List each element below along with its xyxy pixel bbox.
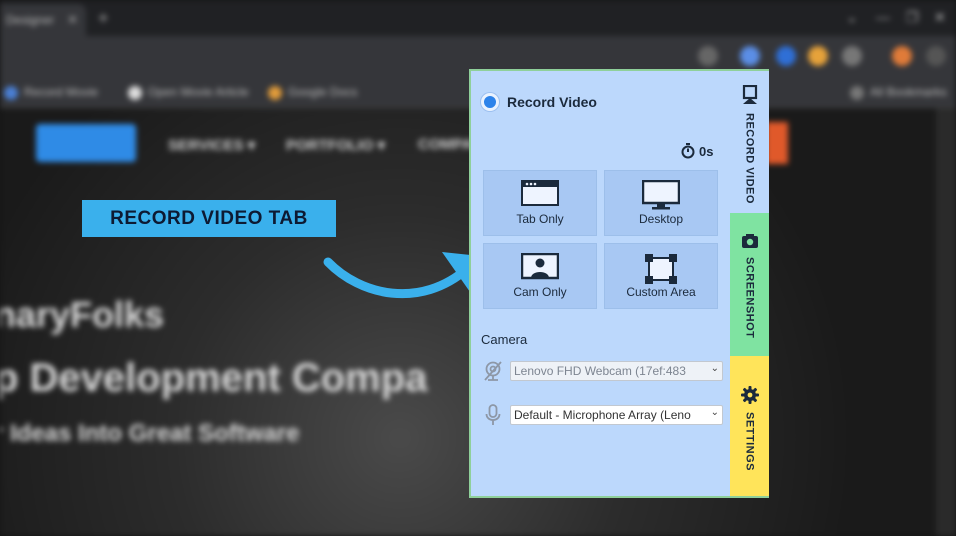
timer: 0s xyxy=(681,143,713,159)
monitor-icon xyxy=(642,180,680,210)
extension-icon[interactable] xyxy=(740,46,760,66)
bookmark-icon xyxy=(850,85,864,100)
extension-icon[interactable] xyxy=(698,46,718,66)
camera-select-value: Lenovo FHD Webcam (17ef:483 xyxy=(514,364,686,378)
tab-search-icon[interactable]: ⌄ xyxy=(846,9,858,26)
camera-select[interactable]: Lenovo FHD Webcam (17ef:483 ⌄ xyxy=(510,361,723,381)
site-nav-portfolio[interactable]: PORTFOLIO ▾ xyxy=(286,136,385,154)
browser-tab[interactable]: Designer ✕ xyxy=(0,4,86,36)
chevron-down-icon: ⌄ xyxy=(710,407,719,418)
record-video-pane: Record Video 0s Tab Only Desktop Cam Onl… xyxy=(471,71,730,496)
bookmark-item[interactable]: All Bookmarks xyxy=(850,85,947,100)
cam-only-option[interactable]: Cam Only xyxy=(483,243,597,309)
panel-title: Record Video xyxy=(507,94,597,110)
tab-record-video-label: RECORD VIDEO xyxy=(743,113,756,204)
cam-only-label: Cam Only xyxy=(513,285,567,299)
browser-tab-bar: Designer ✕ + ⌄ — ❐ ✕ xyxy=(0,0,956,36)
stopwatch-icon xyxy=(681,143,695,159)
user-cam-icon xyxy=(521,253,559,280)
callout-arrow-icon xyxy=(323,252,480,299)
minimize-icon[interactable]: — xyxy=(876,9,890,25)
extension-icon[interactable] xyxy=(776,46,796,66)
window-close-icon[interactable]: ✕ xyxy=(934,9,946,26)
camera-section-label: Camera xyxy=(481,332,528,347)
microphone-select[interactable]: Default - Microphone Array (Leno ⌄ xyxy=(510,405,723,425)
scrollbar[interactable] xyxy=(936,108,956,536)
microphone-select-value: Default - Microphone Array (Leno xyxy=(514,408,691,422)
site-cta-button[interactable] xyxy=(766,122,788,164)
bookmark-item[interactable]: Google Docs xyxy=(268,85,357,100)
maximize-icon[interactable]: ❐ xyxy=(906,9,919,26)
gear-icon xyxy=(740,386,759,404)
custom-area-option[interactable]: Custom Area xyxy=(604,243,718,309)
tab-screenshot-label: SCREENSHOT xyxy=(743,257,756,339)
extension-icon[interactable] xyxy=(808,46,828,66)
profile-avatar[interactable] xyxy=(892,46,912,66)
crop-area-icon xyxy=(645,254,677,284)
bookmark-icon xyxy=(4,85,18,100)
chevron-down-icon: ⌄ xyxy=(710,363,719,374)
hero-brand: naryFolks xyxy=(0,294,165,335)
timer-value: 0s xyxy=(699,143,714,159)
video-device-icon xyxy=(742,85,757,104)
browser-tab-title: Designer xyxy=(6,13,55,27)
bookmark-icon xyxy=(128,85,142,100)
hero-subtitle: r Ideas Into Great Software xyxy=(0,420,300,447)
microphone-icon xyxy=(485,404,501,425)
tab-settings[interactable]: SETTINGS xyxy=(730,356,769,496)
site-nav-services[interactable]: SERVICES ▾ xyxy=(168,136,255,154)
custom-area-label: Custom Area xyxy=(626,285,696,299)
close-icon[interactable]: ✕ xyxy=(67,12,78,28)
browser-window-icon xyxy=(521,180,559,206)
desktop-label: Desktop xyxy=(638,212,684,226)
menu-icon[interactable] xyxy=(926,46,946,66)
hero-title: p Development Compa xyxy=(0,356,428,400)
bookmark-icon xyxy=(268,85,282,100)
camera-row: Lenovo FHD Webcam (17ef:483 ⌄ xyxy=(481,359,723,383)
record-dot-icon xyxy=(481,93,499,111)
bookmark-item[interactable]: Record Movie xyxy=(4,85,98,100)
bookmark-item[interactable]: Open Movie Article xyxy=(128,85,249,100)
extension-icon[interactable] xyxy=(842,46,862,66)
tab-only-option[interactable]: Tab Only xyxy=(483,170,597,236)
recorder-panel: Record Video 0s Tab Only Desktop Cam Onl… xyxy=(469,69,769,498)
camera-off-icon xyxy=(484,361,502,381)
callout-label: RECORD VIDEO TAB xyxy=(82,200,336,237)
tab-screenshot[interactable]: SCREENSHOT xyxy=(730,213,769,356)
camera-icon xyxy=(741,234,758,248)
tab-record-video[interactable]: RECORD VIDEO xyxy=(730,71,769,213)
microphone-row: Default - Microphone Array (Leno ⌄ xyxy=(481,403,723,427)
desktop-option[interactable]: Desktop xyxy=(604,170,718,236)
new-tab-button[interactable]: + xyxy=(98,8,109,29)
tab-only-label: Tab Only xyxy=(516,212,564,226)
site-logo[interactable] xyxy=(36,124,136,162)
panel-header: Record Video xyxy=(481,93,597,111)
tab-settings-label: SETTINGS xyxy=(743,412,756,472)
